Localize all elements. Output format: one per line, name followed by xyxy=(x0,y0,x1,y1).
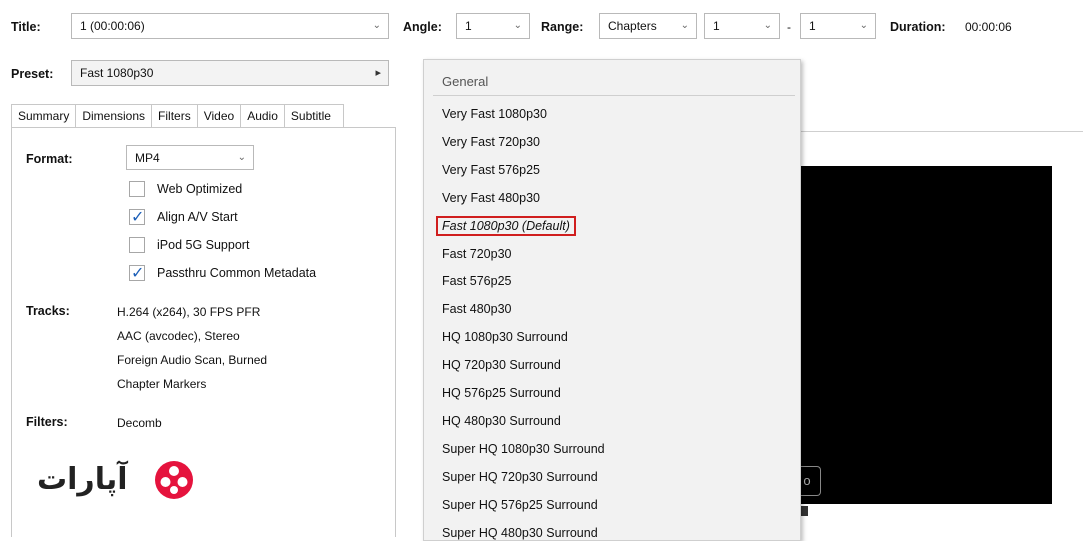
menu-item[interactable]: HQ 576p25 Surround xyxy=(442,386,561,400)
align-av-label: Align A/V Start xyxy=(157,210,238,224)
tab-video[interactable]: Video xyxy=(197,104,242,128)
menu-item[interactable]: Fast 720p30 xyxy=(442,247,512,261)
summary-panel: Format: MP4 ⌄ Web Optimized ✓ Align A/V … xyxy=(11,127,396,537)
range-separator: - xyxy=(787,20,791,34)
ipod-support-checkbox[interactable] xyxy=(129,237,145,253)
range-label: Range: xyxy=(541,20,584,34)
range-type-select[interactable]: Chapters ⌄ xyxy=(599,13,697,39)
web-optimized-checkbox[interactable] xyxy=(129,181,145,197)
tab-subtitles[interactable]: Subtitle xyxy=(284,104,344,128)
filters-value: Decomb xyxy=(117,416,162,430)
preset-label: Preset: xyxy=(11,67,54,81)
range-to-select[interactable]: 1 ⌄ xyxy=(800,13,876,39)
passthru-metadata-checkbox[interactable]: ✓ xyxy=(129,265,145,282)
menu-item[interactable]: HQ 720p30 Surround xyxy=(442,358,561,372)
menu-item[interactable]: HQ 480p30 Surround xyxy=(442,414,561,428)
chevron-down-icon: ⌄ xyxy=(859,20,868,31)
chevron-down-icon: ⌄ xyxy=(513,20,522,31)
chevron-down-icon: ⌄ xyxy=(237,152,246,163)
menu-gutter xyxy=(424,60,432,540)
menu-item[interactable]: Fast 1080p30 (Default) xyxy=(436,215,576,236)
watermark-text: آپارات xyxy=(37,462,128,497)
chevron-down-icon: ⌄ xyxy=(680,20,689,31)
menu-item[interactable]: Super HQ 1080p30 Surround xyxy=(442,442,605,456)
format-select-value: MP4 xyxy=(135,150,160,165)
preset-select[interactable]: Fast 1080p30 ▸ xyxy=(71,60,389,86)
angle-label: Angle: xyxy=(403,20,442,34)
web-optimized-label: Web Optimized xyxy=(157,182,243,196)
tracks-label: Tracks: xyxy=(26,304,70,318)
menu-item[interactable]: Very Fast 720p30 xyxy=(442,135,540,149)
title-label: Title: xyxy=(11,20,41,34)
menu-item[interactable]: Very Fast 480p30 xyxy=(442,191,540,205)
menu-item[interactable]: Very Fast 576p25 xyxy=(442,163,540,177)
range-from-select[interactable]: 1 ⌄ xyxy=(704,13,780,39)
passthru-metadata-label: Passthru Common Metadata xyxy=(157,266,317,280)
angle-select[interactable]: 1 ⌄ xyxy=(456,13,530,39)
aparat-watermark: آپارات xyxy=(37,458,217,502)
duration-label: Duration: xyxy=(890,20,946,34)
menu-group-header: General xyxy=(442,74,489,89)
preset-select-value: Fast 1080p30 xyxy=(80,66,154,80)
tab-filters[interactable]: Filters xyxy=(152,104,198,128)
track-item: Chapter Markers xyxy=(117,377,207,391)
track-item: AAC (avcodec), Stereo xyxy=(117,329,240,343)
divider xyxy=(800,131,1083,132)
angle-select-value: 1 xyxy=(465,19,472,33)
menu-item[interactable]: Fast 480p30 xyxy=(442,302,512,316)
range-type-value: Chapters xyxy=(608,19,657,33)
menu-separator xyxy=(433,95,795,96)
range-to-value: 1 xyxy=(809,19,816,33)
format-label: Format: xyxy=(26,152,73,166)
title-select[interactable]: 1 (00:00:06) ⌄ xyxy=(71,13,389,39)
track-item: Foreign Audio Scan, Burned xyxy=(117,353,268,367)
tab-audio[interactable]: Audio xyxy=(241,104,285,128)
chevron-down-icon: ⌄ xyxy=(372,20,381,31)
settings-tabs: Summary Dimensions Filters Video Audio S… xyxy=(11,104,344,128)
ipod-support-label: iPod 5G Support xyxy=(157,238,250,252)
menu-item[interactable]: Super HQ 480p30 Surround xyxy=(442,526,598,540)
title-select-value: 1 (00:00:06) xyxy=(80,19,145,33)
aparat-logo-icon xyxy=(155,461,193,499)
checkmark-icon: ✓ xyxy=(131,265,145,282)
tab-summary[interactable]: Summary xyxy=(11,104,77,128)
chevron-right-icon: ▸ xyxy=(375,67,381,79)
format-select[interactable]: MP4 ⌄ xyxy=(126,145,254,170)
menu-item[interactable]: HQ 1080p30 Surround xyxy=(442,330,568,344)
menu-item[interactable]: Super HQ 720p30 Surround xyxy=(442,470,598,484)
menu-item[interactable]: Super HQ 576p25 Surround xyxy=(442,498,598,512)
tab-dimensions[interactable]: Dimensions xyxy=(76,104,153,128)
menu-item[interactable]: Very Fast 1080p30 xyxy=(442,107,547,121)
video-preview: o xyxy=(794,166,1052,516)
track-item: H.264 (x264), 30 FPS PFR xyxy=(117,305,261,319)
duration-value: 00:00:06 xyxy=(965,20,1012,34)
preset-dropdown-menu: General Very Fast 1080p30 Very Fast 720p3… xyxy=(423,59,801,541)
menu-item[interactable]: Fast 576p25 xyxy=(442,274,512,288)
chevron-down-icon: ⌄ xyxy=(763,20,772,31)
align-av-checkbox[interactable]: ✓ xyxy=(129,209,145,226)
checkmark-icon: ✓ xyxy=(131,209,145,226)
filters-label: Filters: xyxy=(26,415,68,429)
range-from-value: 1 xyxy=(713,19,720,33)
